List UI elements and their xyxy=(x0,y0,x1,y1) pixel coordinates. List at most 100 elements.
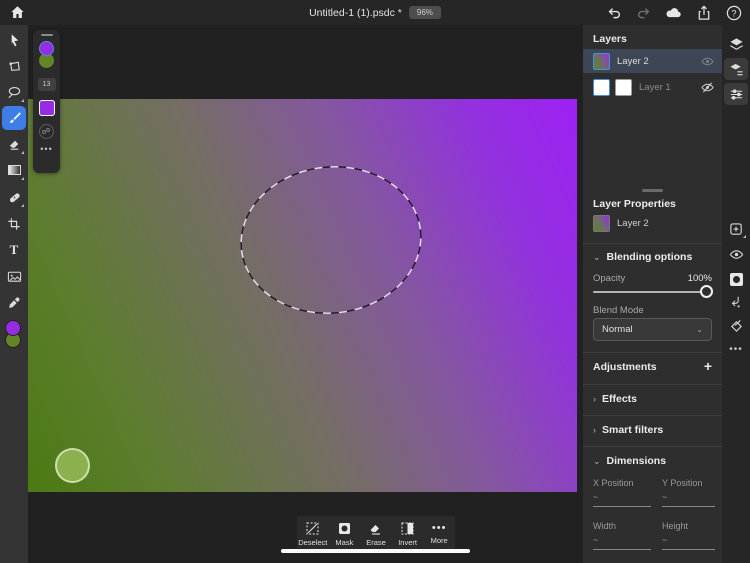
mask-button[interactable]: Mask xyxy=(329,522,361,547)
foreground-color-swatch xyxy=(5,320,21,336)
edit-settings-panel-icon[interactable] xyxy=(724,83,748,105)
blend-dot xyxy=(46,128,50,132)
lasso-tool[interactable] xyxy=(2,80,26,104)
divider xyxy=(583,415,722,416)
layer-mask-icon[interactable] xyxy=(724,268,748,290)
layer-thumbnail xyxy=(593,79,610,96)
x-position-field[interactable]: ~ xyxy=(593,492,651,507)
subtool-indicator xyxy=(21,204,24,207)
dimensions-label: Dimensions xyxy=(607,455,667,467)
height-field[interactable]: ~ xyxy=(662,535,715,550)
smart-filters-label: Smart filters xyxy=(602,424,663,436)
active-layer-name: Layer 2 xyxy=(617,218,649,229)
document-title: Untitled-1 (1).psdc * xyxy=(309,7,402,19)
undo-icon[interactable] xyxy=(605,4,622,21)
selection-marching-ants xyxy=(28,99,577,492)
subtool-indicator xyxy=(21,99,24,102)
layer-row-layer-1[interactable]: Layer 1 xyxy=(583,75,722,99)
layers-panel-title: Layers xyxy=(583,33,637,45)
gradient-tool[interactable] xyxy=(2,158,26,182)
more-label: More xyxy=(431,536,448,545)
place-image-tool[interactable] xyxy=(2,264,26,288)
chevron-right-icon: › xyxy=(593,394,596,404)
opacity-slider-track[interactable] xyxy=(593,291,712,293)
move-tool[interactable] xyxy=(2,28,26,52)
cloud-sync-icon[interactable] xyxy=(665,4,682,21)
brush-size-field[interactable]: 13 xyxy=(38,78,56,91)
chevron-down-icon: ⌄ xyxy=(593,252,601,263)
add-layer-icon[interactable] xyxy=(724,218,748,240)
opacity-slider-knob[interactable] xyxy=(700,285,713,298)
layer-name: Layer 1 xyxy=(639,82,701,93)
more-options-icon: ••• xyxy=(432,524,447,533)
adjustments-header[interactable]: Adjustments + xyxy=(583,361,722,373)
width-field[interactable]: ~ xyxy=(593,535,651,550)
divider xyxy=(583,384,722,385)
transform-tool[interactable] xyxy=(2,54,26,78)
deselect-button[interactable]: Deselect xyxy=(297,522,329,547)
tool-bar: T xyxy=(0,25,28,563)
type-tool[interactable]: T xyxy=(2,238,26,262)
healing-brush-tool[interactable] xyxy=(2,185,26,209)
more-button[interactable]: ••• More xyxy=(423,524,455,545)
effects-header[interactable]: › Effects xyxy=(583,393,647,405)
gradient-glyph xyxy=(8,165,21,175)
eraser-tool[interactable] xyxy=(2,132,26,156)
mask-label: Mask xyxy=(335,538,353,547)
layers-panel-icon[interactable] xyxy=(724,33,748,55)
brush-more-options-icon[interactable]: ••• xyxy=(40,146,52,152)
blending-options-header[interactable]: ⌄ Blending options xyxy=(583,251,702,263)
layer-properties-panel-icon[interactable] xyxy=(724,58,748,80)
divider xyxy=(583,352,722,353)
opacity-label: Opacity xyxy=(593,273,625,284)
add-adjustment-icon[interactable]: + xyxy=(704,361,712,371)
clipping-mask-icon[interactable] xyxy=(724,291,748,313)
layer-hidden-icon[interactable] xyxy=(701,81,714,94)
y-position-label: Y Position xyxy=(662,478,702,488)
primary-color-circle xyxy=(39,41,54,56)
top-bar: Untitled-1 (1).psdc * 96% ? xyxy=(0,0,750,25)
more-layer-options-icon[interactable]: ••• xyxy=(724,338,748,360)
selection-action-bar: Deselect Mask Erase Invert ••• More xyxy=(297,516,455,552)
brush-tool[interactable] xyxy=(2,106,26,130)
crop-tool[interactable] xyxy=(2,212,26,236)
invert-button[interactable]: Invert xyxy=(392,522,424,547)
blending-options-label: Blending options xyxy=(607,251,693,263)
dimensions-header[interactable]: ⌄ Dimensions xyxy=(583,455,676,467)
photoshop-ipad-app: Untitled-1 (1).psdc * 96% ? xyxy=(0,0,750,563)
share-icon[interactable] xyxy=(695,4,712,21)
layer-row-layer-2[interactable]: Layer 2 xyxy=(583,49,722,73)
eyedropper-tool[interactable] xyxy=(2,291,26,315)
width-label: Width xyxy=(593,521,616,531)
brush-blend-icon[interactable] xyxy=(39,124,54,139)
layer-mask-thumbnail xyxy=(615,79,632,96)
chevron-right-icon: › xyxy=(593,425,596,435)
blend-mode-dropdown[interactable]: Normal ⌄ xyxy=(593,318,712,341)
foreground-background-color-chip[interactable] xyxy=(5,320,23,350)
panel-resize-handle[interactable] xyxy=(642,189,663,192)
chevron-down-icon: ⌄ xyxy=(696,325,703,334)
flyout-drag-handle[interactable] xyxy=(41,34,53,36)
mask-glyph xyxy=(730,273,743,286)
svg-text:?: ? xyxy=(731,8,736,18)
smart-filters-header[interactable]: › Smart filters xyxy=(583,424,673,436)
brush-stroke-blob xyxy=(55,448,90,483)
brush-color-swatch[interactable] xyxy=(39,100,55,116)
layer-properties-title: Layer Properties xyxy=(583,198,686,210)
home-indicator[interactable] xyxy=(281,549,470,553)
erase-button[interactable]: Erase xyxy=(360,522,392,547)
lock-layer-icon[interactable] xyxy=(724,314,748,336)
layer-visibility-icon[interactable] xyxy=(701,55,714,68)
canvas[interactable] xyxy=(28,99,577,492)
layer-visibility-icon[interactable] xyxy=(724,243,748,265)
opacity-value: 100% xyxy=(688,273,712,284)
y-position-field[interactable]: ~ xyxy=(662,492,715,507)
home-icon[interactable] xyxy=(9,4,26,21)
zoom-level-badge[interactable]: 96% xyxy=(409,6,441,19)
help-icon[interactable]: ? xyxy=(725,4,742,21)
chevron-down-icon: ⌄ xyxy=(593,456,601,467)
blend-mode-label: Blend Mode xyxy=(583,305,654,316)
redo-icon[interactable] xyxy=(635,4,652,21)
brush-color-indicator[interactable] xyxy=(38,41,55,69)
document-title-group: Untitled-1 (1).psdc * 96% xyxy=(309,0,441,25)
